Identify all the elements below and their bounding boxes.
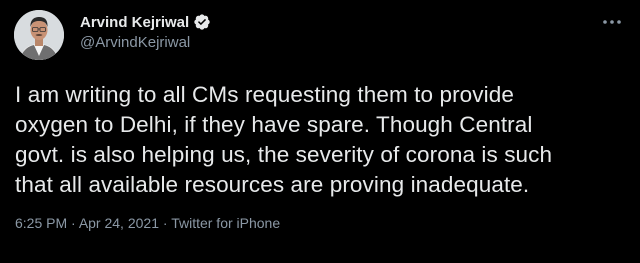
tweet-card: Arvind Kejriwal @ArvindKejriwal I am wri… bbox=[0, 0, 640, 263]
tweet-time[interactable]: 6:25 PM bbox=[15, 215, 67, 231]
avatar[interactable] bbox=[14, 10, 64, 60]
meta-separator: · bbox=[67, 215, 79, 231]
author-handle[interactable]: @ArvindKejriwal bbox=[80, 34, 211, 51]
tweet-date[interactable]: Apr 24, 2021 bbox=[79, 215, 159, 231]
more-options-icon bbox=[603, 20, 621, 24]
author-block: Arvind Kejriwal @ArvindKejriwal bbox=[80, 12, 211, 51]
tweet-text: I am writing to all CMs requesting them … bbox=[15, 82, 553, 197]
tweet-source[interactable]: Twitter for iPhone bbox=[171, 215, 280, 231]
verified-badge-icon bbox=[193, 13, 211, 31]
tweet-meta: 6:25 PM · Apr 24, 2021 · Twitter for iPh… bbox=[15, 215, 280, 231]
avatar-image bbox=[14, 10, 64, 60]
meta-separator: · bbox=[158, 215, 172, 231]
more-options-button[interactable] bbox=[600, 12, 624, 32]
author-display-name[interactable]: Arvind Kejriwal bbox=[80, 14, 189, 31]
author-name-row: Arvind Kejriwal bbox=[80, 12, 211, 32]
